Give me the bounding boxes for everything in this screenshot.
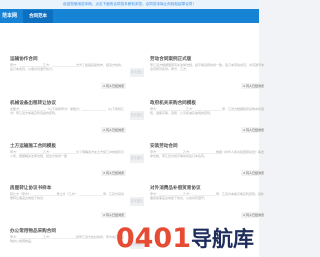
brand-code: 0401 bbox=[115, 223, 191, 254]
contract-card[interactable]: 土方运输施工合同模板 甲方：________________乙方：_______… bbox=[5, 139, 129, 179]
view-count-badge: 2 同人已经浏览 bbox=[241, 170, 266, 176]
card-title[interactable]: 机械设备出租转让协议 bbox=[10, 100, 56, 106]
card-excerpt: 甲方：________________乙方：________________甲、… bbox=[150, 192, 265, 201]
contract-card[interactable]: 劳动合同案例正式版 甲乙双方根据国家有关法律法规，经平等自愿协商一致，签订本劳动… bbox=[145, 52, 269, 92]
card-excerpt: 甲方：________________乙方：________________方为… bbox=[10, 63, 125, 72]
view-count-badge: 2 同人已经浏览 bbox=[241, 127, 266, 133]
no-image-label: 暂无图片 bbox=[130, 111, 144, 120]
top-banner: 欢迎您使用范本网，点击下面的合同范本即刻浏览，合同范本库让你轻松起草合同！ bbox=[0, 0, 259, 9]
contract-card[interactable]: 房屋转让协议书样本 转让方（甲方）：________________受让方（乙方… bbox=[5, 181, 129, 221]
thumbnail-placeholder[interactable]: 暂无图片 bbox=[130, 66, 144, 79]
content-area: 运输协作合同 甲方：________________乙方：___________… bbox=[0, 23, 266, 257]
contract-card[interactable]: 办公常用物品采购合同 甲方：________________乙方：_______… bbox=[5, 224, 129, 257]
header-bar: 范本网 合同范本 bbox=[0, 9, 259, 23]
contract-card[interactable]: 安装劳动合同 甲方：________________乙方：___________… bbox=[145, 139, 269, 179]
brand-watermark: 0401导航库 bbox=[116, 225, 254, 253]
contract-card[interactable]: 政府机关采购合同模板 甲方：__________________乙方：_____… bbox=[145, 96, 269, 136]
thumbnail-placeholder[interactable]: 暂无图片 bbox=[130, 195, 144, 208]
no-image-label: 暂无图片 bbox=[130, 68, 144, 77]
thumbnail-placeholder[interactable]: 暂无图片 bbox=[130, 109, 144, 122]
card-title[interactable]: 安装劳动合同 bbox=[150, 143, 178, 149]
card-excerpt: 甲方：________________乙方：________________根据… bbox=[150, 150, 265, 159]
view-count-badge: 2 同人已经浏览 bbox=[241, 212, 266, 218]
view-count-badge: 2 同人已经浏览 bbox=[101, 170, 126, 176]
card-excerpt: 甲方：________________乙方：________________为了… bbox=[10, 150, 125, 159]
nav-item-contract-templates[interactable]: 合同范本 bbox=[23, 10, 53, 23]
thumbnail-placeholder[interactable]: 暂无图片 bbox=[130, 152, 144, 165]
no-image-label: 暂无图片 bbox=[130, 154, 144, 163]
card-title[interactable]: 政府机关采购合同模板 bbox=[150, 100, 196, 106]
contract-card[interactable]: 对外消费品补偿贸易协议 甲方：________________乙方：______… bbox=[145, 181, 269, 221]
card-excerpt: 甲乙双方根据国家有关法律法规，经平等自愿协商一致，签订本劳动合同，共同遵守本合同… bbox=[150, 63, 265, 72]
card-excerpt: 转让方（甲方）：________________受让方（乙方）：________… bbox=[10, 192, 125, 201]
card-title[interactable]: 办公常用物品采购合同 bbox=[10, 228, 56, 234]
no-image-label: 暂无图片 bbox=[130, 197, 144, 206]
card-title[interactable]: 对外消费品补偿贸易协议 bbox=[150, 185, 201, 191]
card-title[interactable]: 劳动合同案例正式版 bbox=[150, 56, 191, 62]
card-title[interactable]: 运输协作合同 bbox=[10, 56, 38, 62]
card-title[interactable]: 土方运输施工合同模板 bbox=[10, 143, 56, 149]
card-title[interactable]: 房屋转让协议书样本 bbox=[10, 185, 51, 191]
card-excerpt: 甲方：__________________乙方：________________… bbox=[150, 107, 265, 116]
card-excerpt: 甲方：________________乙方：________________经甲… bbox=[10, 235, 125, 244]
contract-card[interactable]: 机械设备出租转让协议 出租方：________________（以下简称甲方）承… bbox=[5, 96, 129, 136]
view-count-badge: 2 同人已经浏览 bbox=[101, 83, 126, 89]
site-logo[interactable]: 范本网 bbox=[2, 11, 17, 21]
view-count-badge: 2 同人已经浏览 bbox=[101, 212, 126, 218]
view-count-badge: 2 同人已经浏览 bbox=[241, 83, 266, 89]
brand-name: 导航库 bbox=[191, 227, 254, 251]
card-excerpt: 出租方：________________（以下简称甲方）承租方：________… bbox=[10, 107, 125, 116]
view-count-badge: 2 同人已经浏览 bbox=[101, 127, 126, 133]
contract-card[interactable]: 运输协作合同 甲方：________________乙方：___________… bbox=[5, 52, 129, 92]
